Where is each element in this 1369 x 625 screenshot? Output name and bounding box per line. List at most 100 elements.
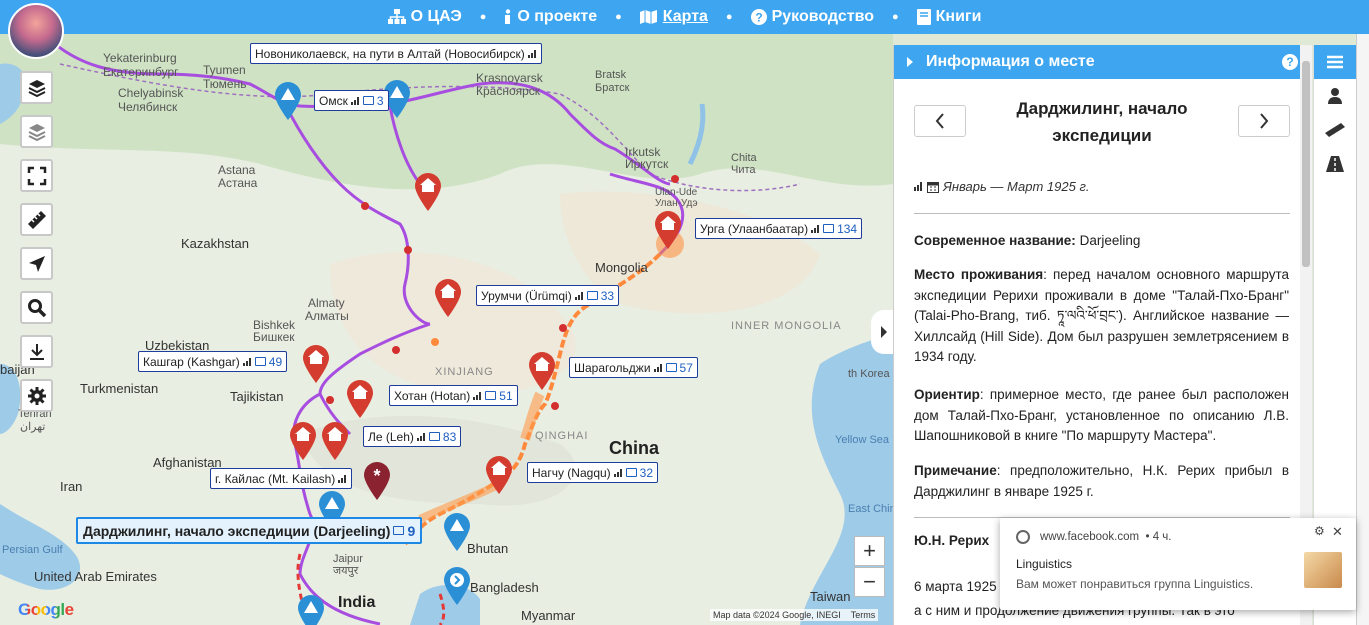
house-marker-urumqi[interactable] — [433, 278, 463, 318]
measure-button[interactable] — [20, 203, 53, 236]
gear-icon — [27, 386, 46, 405]
google-logo: Google — [18, 600, 74, 619]
place-dates: Январь — Март 1925 г. — [914, 179, 1089, 194]
map-label-box-leh[interactable]: Ле (Leh) 83 — [363, 426, 462, 447]
nav-label: О ЦАЭ — [410, 8, 462, 25]
notification-message: Вам может понравиться группа Linguistics… — [1016, 577, 1254, 591]
house-marker-sharagoldzhi[interactable] — [527, 351, 557, 391]
help-icon[interactable]: ? — [1282, 54, 1298, 70]
map-label-krasnoyarsk-ru: Красноярск — [476, 84, 541, 98]
overlay-layers-button[interactable] — [20, 115, 53, 148]
nav-about-project[interactable]: О проекте — [504, 8, 597, 26]
menu-button[interactable] — [1314, 45, 1356, 79]
house-marker-altai[interactable] — [413, 172, 443, 212]
nav-map[interactable]: Карта — [639, 8, 708, 26]
house-marker-urga[interactable] — [653, 210, 683, 250]
map-label-box-kashgar[interactable]: Кашгар (Kashgar) 49 — [138, 351, 288, 372]
map-label-chelyabinsk: Chelyabinsk — [118, 86, 184, 100]
signal-bars-icon — [242, 357, 252, 366]
nav-label: О проекте — [517, 8, 598, 25]
map-label-box-kailash[interactable]: г. Кайлас (Mt. Kailash) — [210, 468, 353, 489]
nav-guide[interactable]: ? Руководство — [750, 8, 874, 26]
road-button[interactable] — [1314, 147, 1356, 181]
nav-about-center[interactable]: О ЦАЭ — [387, 8, 462, 26]
asterisk-marker-kailash[interactable]: * — [362, 461, 392, 501]
house-marker-kailash-area[interactable] — [288, 421, 318, 461]
chevron-left-icon — [935, 113, 944, 129]
svg-text:?: ? — [755, 11, 762, 25]
map-label-box-darjeeling[interactable]: Дарджилинг, начало экспедиции (Darjeelin… — [76, 517, 423, 544]
house-marker-kashgar[interactable] — [301, 344, 331, 384]
image-icon — [428, 432, 440, 441]
camp-marker-omsk[interactable] — [273, 81, 303, 121]
house-marker-leh[interactable] — [320, 421, 350, 461]
map-label-box-nagqu[interactable]: Нагчу (Nagqu) 32 — [527, 462, 659, 483]
map-label-astana-ru: Астана — [218, 176, 258, 190]
question-icon: ? — [750, 9, 767, 25]
map-label-xinjiang: XINJIANG — [435, 366, 494, 378]
map-label-box-omsk[interactable]: Омск 3 — [314, 90, 389, 111]
road-icon — [1326, 156, 1344, 172]
map-label-iran: Iran — [60, 479, 83, 494]
menu-icon — [1327, 55, 1343, 69]
signal-bars-icon — [338, 474, 347, 483]
map-label-bhutan: Bhutan — [467, 541, 509, 556]
download-icon — [29, 343, 44, 360]
map-label-inner-mongolia: INNER MONGOLIA — [731, 320, 842, 332]
map-attribution: Map data ©2024 Google, INEGI Terms — [710, 609, 879, 621]
ruler-icon — [1325, 123, 1345, 137]
layers-button[interactable] — [20, 71, 53, 104]
site-logo[interactable] — [8, 3, 64, 59]
note-description: Примечание: предположительно, Н.К. Рерих… — [914, 463, 1289, 499]
notification-title: Linguistics — [1016, 557, 1073, 571]
map-label-myanmar: Myanmar — [521, 608, 576, 623]
map-label-qinghai: QINGHAI — [535, 430, 589, 442]
signal-bars-icon — [473, 391, 482, 400]
search-button[interactable] — [20, 291, 53, 324]
ruler-button[interactable] — [1314, 113, 1356, 147]
next-place-button[interactable] — [1238, 105, 1290, 137]
zoom-in-button[interactable]: + — [854, 536, 885, 566]
zoom-out-button[interactable]: − — [854, 567, 885, 597]
fullscreen-button[interactable] — [20, 159, 53, 192]
signal-bars-icon — [653, 363, 663, 372]
collapse-panel-button[interactable] — [871, 310, 893, 354]
settings-button[interactable] — [20, 379, 53, 412]
signal-bars-icon — [527, 49, 537, 58]
map-label-box-urga[interactable]: Урга (Улаанбаатар) 134 — [695, 218, 863, 239]
chevron-marker-darjeeling[interactable] — [442, 566, 472, 606]
user-button[interactable] — [1314, 79, 1356, 113]
map-label-box-khotan[interactable]: Хотан (Hotan) 51 — [389, 385, 518, 406]
layers-icon — [28, 79, 45, 97]
gear-icon[interactable]: ⚙ — [1314, 524, 1325, 538]
map-area[interactable]: Yekaterinburg Екатеринбург Tyumen Тюмень… — [0, 34, 893, 625]
image-icon — [362, 96, 374, 105]
camp-marker-sikkim[interactable] — [442, 512, 472, 552]
terms-link[interactable]: Terms — [851, 610, 876, 620]
house-marker-nagqu[interactable] — [484, 455, 514, 495]
signal-bars-icon — [811, 224, 820, 233]
house-marker-khotan[interactable] — [345, 379, 375, 419]
chevron-right-icon — [1260, 113, 1269, 129]
layers-outline-icon — [28, 123, 45, 141]
map-label-box-urumqi[interactable]: Урумчи (Ürümqi) 33 — [476, 285, 620, 306]
close-icon[interactable]: ✕ — [1332, 524, 1343, 540]
map-label-tajikistan: Tajikistan — [230, 389, 284, 404]
download-button[interactable] — [20, 335, 53, 368]
previous-place-button[interactable] — [914, 105, 966, 137]
map-label-turkmenistan: Turkmenistan — [80, 381, 159, 396]
map-label-box-novonikolaevsk[interactable]: Новониколаевск, на пути в Алтай (Новосиб… — [250, 43, 542, 64]
map-label-chita-ru: Чита — [731, 164, 756, 176]
signal-bars-icon — [350, 96, 360, 105]
signal-bars-icon — [914, 181, 923, 191]
browser-notification[interactable]: www.facebook.com • 4 ч. ⚙ ✕ Linguistics … — [1000, 518, 1356, 610]
map-label-bangladesh: Bangladesh — [470, 580, 539, 595]
camp-marker-india[interactable] — [296, 594, 326, 625]
image-icon — [823, 224, 835, 233]
map-label-tyumen: Tyumen — [203, 63, 246, 77]
map-label-box-sharagoldzhi[interactable]: Шарагольджи 57 — [569, 357, 698, 378]
image-icon — [665, 363, 677, 372]
nav-books[interactable]: Книги — [916, 8, 981, 26]
locate-button[interactable] — [20, 247, 53, 280]
panel-header[interactable]: Информация о месте ? — [894, 45, 1312, 79]
